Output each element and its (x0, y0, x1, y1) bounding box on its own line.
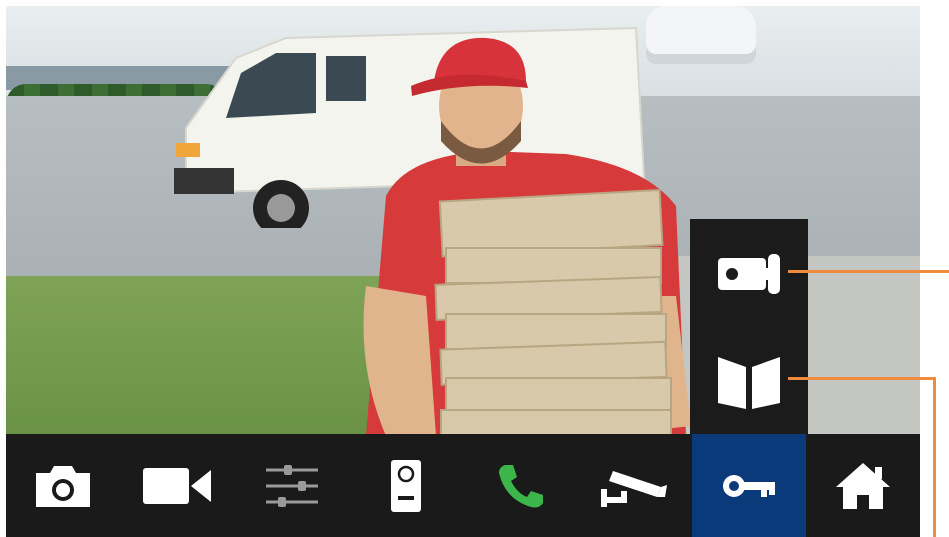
callout-line-gate-horizontal (788, 377, 936, 380)
key-icon (722, 474, 775, 497)
callout-line-lock (788, 270, 949, 273)
door-lock-button[interactable] (690, 223, 808, 323)
door-station-icon (390, 459, 421, 512)
gate-icon (718, 357, 780, 409)
door-lock-icon (718, 254, 780, 294)
camera-snapshot-icon (36, 465, 91, 507)
settings-button[interactable] (235, 434, 349, 537)
feed-lawn (6, 276, 386, 434)
answer-call-button[interactable] (463, 434, 577, 537)
home-icon (835, 462, 890, 509)
feed-delivery-person (363, 37, 691, 434)
access-control-panel (690, 219, 808, 434)
settings-sliders-icon (265, 464, 318, 507)
key-unlock-button[interactable] (691, 434, 806, 537)
video-record-icon (143, 467, 212, 504)
video-record-button[interactable] (120, 434, 234, 537)
door-station-button[interactable] (349, 434, 463, 537)
cctv-camera-icon (601, 470, 668, 507)
gate-open-button[interactable] (690, 331, 808, 431)
home-button[interactable] (806, 434, 920, 537)
snapshot-button[interactable] (6, 434, 120, 537)
phone-answer-icon (499, 464, 544, 507)
cctv-button[interactable] (577, 434, 691, 537)
intercom-screen (6, 6, 920, 537)
bottom-toolbar (6, 434, 920, 537)
callout-line-gate-vertical (933, 377, 936, 537)
